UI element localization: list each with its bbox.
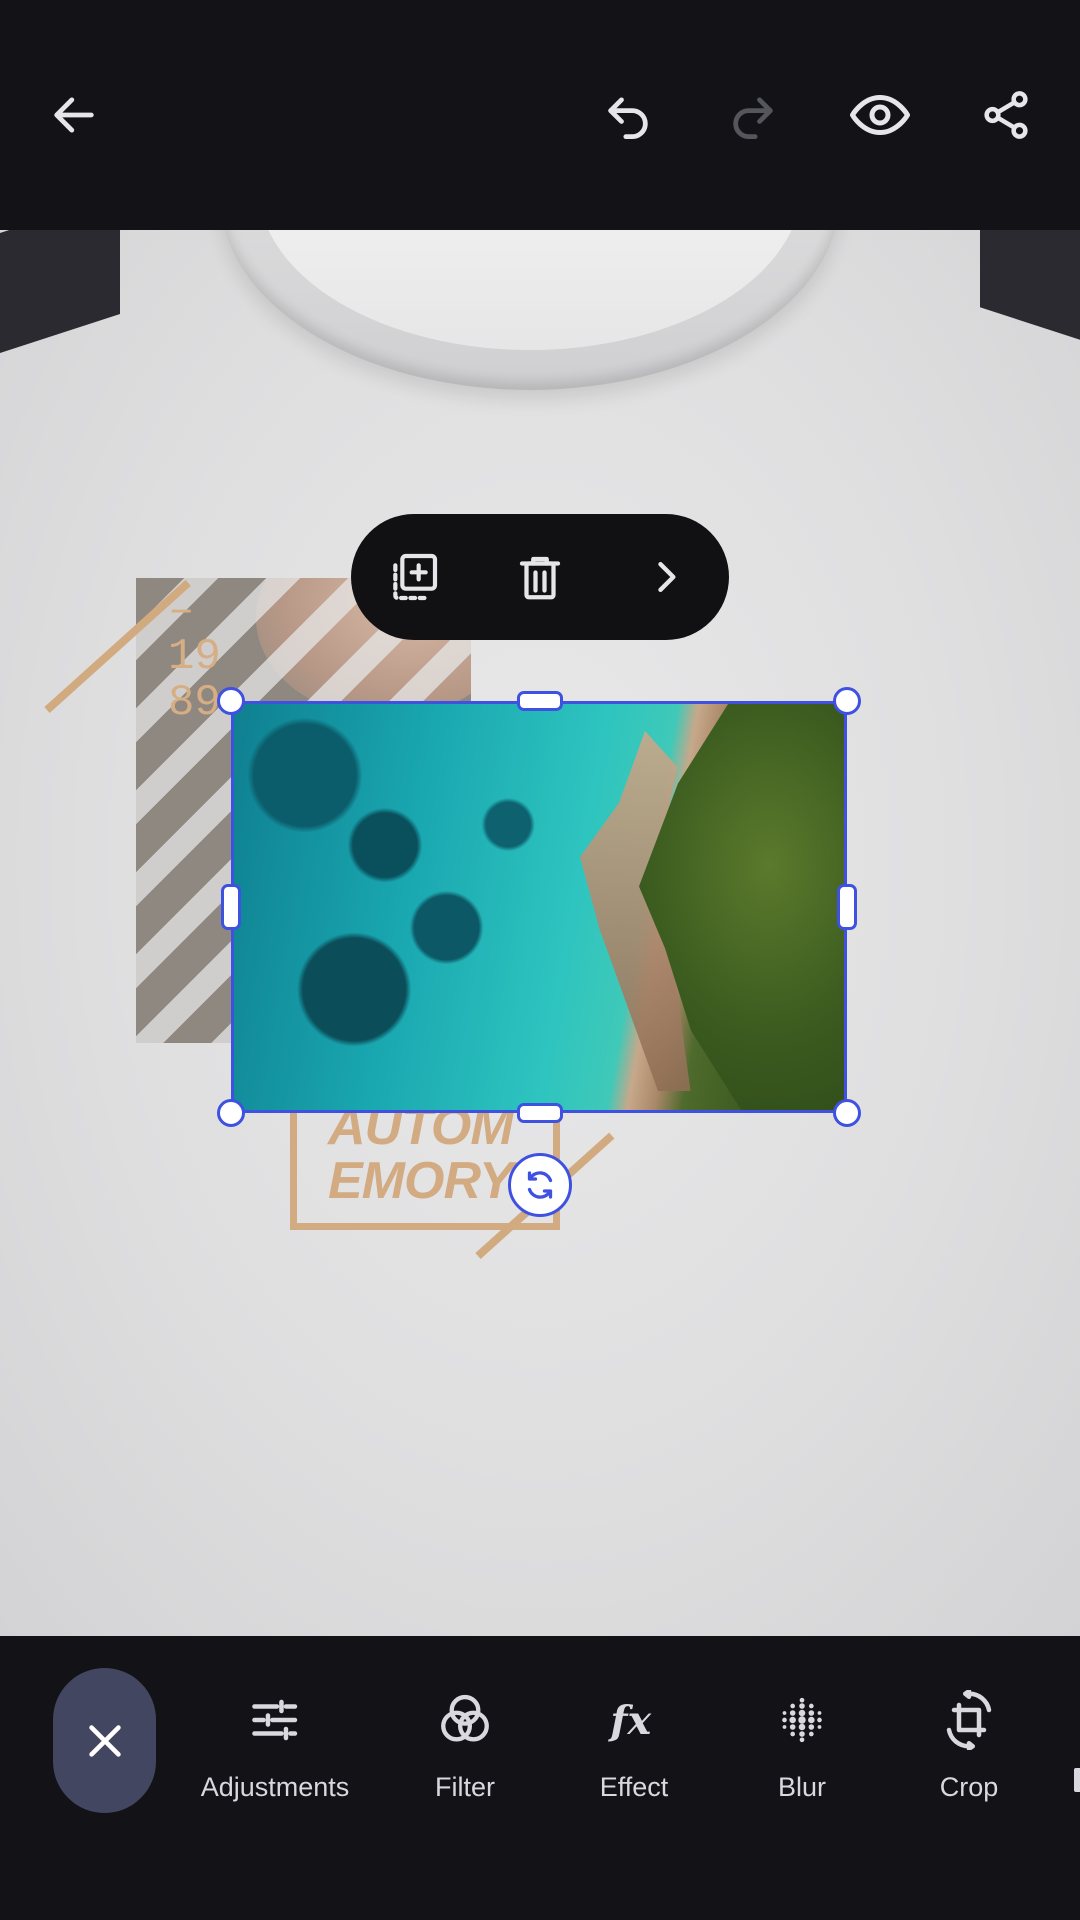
context-menu [351,514,729,640]
resize-handle-bottom[interactable] [517,1103,563,1123]
duplicate-button[interactable] [384,547,444,607]
title-line-2: EMORY [328,1152,514,1210]
fx-icon: fx [608,1698,653,1744]
arrow-left-icon [54,97,94,133]
chevron-right-icon [658,561,676,593]
close-icon [88,1724,121,1757]
selection-border [231,701,847,1113]
resize-handle-top[interactable] [517,691,563,711]
share-button[interactable] [974,83,1038,147]
year-line-2: 89 [168,678,221,728]
crop-rotate-icon [946,1690,992,1750]
redo-button[interactable] [721,83,785,147]
resize-handle-right[interactable] [837,884,857,930]
design-title-text[interactable]: AUTOM EMORY [328,1100,514,1210]
duplicate-icon [393,553,438,601]
share-icon [984,91,1028,139]
trash-icon [519,556,561,600]
resize-handle-top-left[interactable] [217,687,245,715]
redo-icon [733,97,773,140]
toolbar-overflow-indicator [1074,1768,1080,1792]
year-line-1: 19 [168,632,221,682]
eye-icon [850,95,910,135]
tool-label: Crop [939,1772,999,1802]
top-bar [0,0,1080,230]
sliders-icon [252,1699,298,1741]
resize-handle-left[interactable] [221,884,241,930]
resize-handle-bottom-left[interactable] [217,1099,245,1127]
bottom-toolbar [0,1636,1080,1920]
more-button[interactable] [636,547,696,607]
delete-button[interactable] [510,547,570,607]
shirt-shoulder-shadow [0,230,120,366]
tool-filter[interactable]: Filter [433,1690,497,1810]
year-dash: – [168,586,195,636]
resize-handle-bottom-right[interactable] [833,1099,861,1127]
tool-label: Adjustments [200,1772,350,1802]
back-button[interactable] [42,83,106,147]
tool-label: Effect [599,1772,669,1802]
filter-circles-icon [441,1694,489,1742]
undo-button[interactable] [596,83,660,147]
tool-label: Blur [777,1772,826,1802]
tool-effect[interactable]: fx Effect [600,1690,669,1810]
resize-handle-top-right[interactable] [833,687,861,715]
preview-button[interactable] [848,83,912,147]
rotate-handle[interactable] [508,1153,572,1217]
blur-dots-icon [782,1697,822,1743]
undo-icon [608,97,648,140]
shirt-shoulder-shadow [980,230,1080,353]
tool-crop[interactable]: Crop [937,1690,1001,1810]
close-button[interactable] [53,1668,156,1813]
tool-label: Filter [435,1772,495,1802]
tool-adjustments[interactable]: Adjustments [200,1690,350,1810]
tool-blur[interactable]: Blur [770,1690,834,1810]
rotate-icon [527,1171,553,1199]
svg-text:fx: fx [608,1698,653,1744]
design-year-text[interactable]: – 19 89 [168,588,221,726]
